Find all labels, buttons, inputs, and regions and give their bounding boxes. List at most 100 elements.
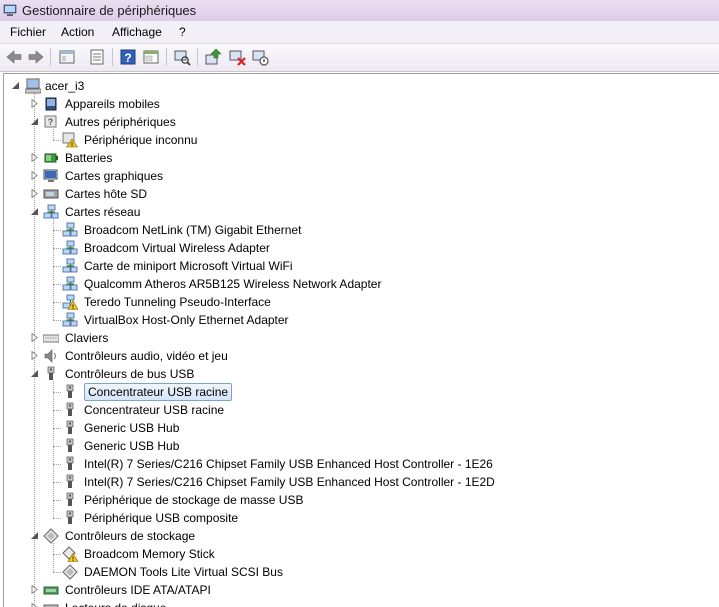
- network-icon: [62, 312, 78, 327]
- tree-label: Cartes graphiques: [65, 169, 164, 183]
- tree-category[interactable]: Contrôleurs IDE ATA/ATAPI: [4, 581, 719, 599]
- storage-icon: [43, 528, 59, 544]
- computer-icon: [25, 78, 41, 94]
- view-icon[interactable]: [142, 48, 160, 66]
- tree-label: Lecteurs de disque: [65, 601, 166, 607]
- tree-category[interactable]: Contrôleurs de bus USB: [4, 365, 719, 383]
- tree-device[interactable]: Carte de miniport Microsoft Virtual WiFi: [4, 257, 719, 275]
- storage-icon: [62, 564, 78, 580]
- collapsed-arrow-icon[interactable]: [30, 189, 39, 198]
- svg-text:?: ?: [48, 117, 54, 127]
- network-warning-icon: !: [62, 294, 78, 310]
- device-manager-icon: [3, 4, 17, 16]
- uninstall-icon[interactable]: [228, 48, 246, 66]
- tree-device[interactable]: ! Périphérique inconnu: [4, 131, 719, 149]
- expanded-arrow-icon[interactable]: [30, 207, 39, 216]
- tree-device[interactable]: ! Teredo Tunneling Pseudo-Interface: [4, 293, 719, 311]
- tree-device[interactable]: Broadcom NetLink (TM) Gigabit Ethernet: [4, 221, 719, 239]
- collapsed-arrow-icon[interactable]: [30, 99, 39, 108]
- collapsed-arrow-icon[interactable]: [30, 333, 39, 342]
- menu-affichage[interactable]: Affichage: [112, 25, 162, 39]
- tree-device[interactable]: Generic USB Hub: [4, 419, 719, 437]
- window-title: Gestionnaire de périphériques: [22, 3, 197, 18]
- tree-root[interactable]: acer_i3: [4, 77, 719, 95]
- tree-label: Contrôleurs de stockage: [65, 529, 196, 543]
- tree-label: Carte de miniport Microsoft Virtual WiFi: [84, 259, 293, 273]
- expanded-arrow-icon[interactable]: [11, 81, 20, 90]
- tree-device[interactable]: VirtualBox Host-Only Ethernet Adapter: [4, 311, 719, 329]
- tree-category[interactable]: Cartes réseau: [4, 203, 719, 221]
- storage-warning-icon: !: [62, 546, 78, 562]
- tree-category[interactable]: Contrôleurs audio, vidéo et jeu: [4, 347, 719, 365]
- menu-help[interactable]: ?: [179, 25, 186, 39]
- toolbar-separator: [112, 48, 113, 66]
- tree-device[interactable]: Périphérique USB composite: [4, 509, 719, 527]
- tree-device[interactable]: Broadcom Virtual Wireless Adapter: [4, 239, 719, 257]
- collapsed-arrow-icon[interactable]: [30, 603, 39, 607]
- network-icon: [62, 276, 78, 291]
- tree-label: Teredo Tunneling Pseudo-Interface: [84, 295, 271, 309]
- network-icon: [43, 204, 59, 219]
- properties-icon[interactable]: [88, 48, 106, 66]
- tree-label: Contrôleurs audio, vidéo et jeu: [65, 349, 228, 363]
- tree-category[interactable]: Cartes graphiques: [4, 167, 719, 185]
- keyboard-icon: [43, 334, 59, 343]
- toolbar-separator: [50, 48, 51, 66]
- forward-icon[interactable]: [27, 48, 45, 66]
- svg-text:!: !: [71, 142, 73, 148]
- tree-label: Appareils mobiles: [65, 97, 160, 111]
- display-icon: [43, 169, 58, 182]
- help-icon[interactable]: ?: [119, 48, 137, 66]
- tree-device[interactable]: Concentrateur USB racine: [4, 401, 719, 419]
- mobile-icon: [45, 97, 57, 111]
- toolbar-separator: [166, 48, 167, 66]
- tree-label: VirtualBox Host-Only Ethernet Adapter: [84, 313, 289, 327]
- tree-label: Generic USB Hub: [84, 439, 180, 453]
- tree-label: Intel(R) 7 Series/C216 Chipset Family US…: [84, 457, 493, 471]
- tree-label: Qualcomm Atheros AR5B125 Wireless Networ…: [84, 277, 382, 291]
- collapsed-arrow-icon[interactable]: [30, 171, 39, 180]
- tree-category[interactable]: Appareils mobiles: [4, 95, 719, 113]
- tree-category[interactable]: Batteries: [4, 149, 719, 167]
- root-label: acer_i3: [45, 79, 85, 93]
- tree-device[interactable]: Intel(R) 7 Series/C216 Chipset Family US…: [4, 473, 719, 491]
- tree-category[interactable]: Contrôleurs de stockage: [4, 527, 719, 545]
- disable-icon[interactable]: [251, 48, 269, 66]
- collapsed-arrow-icon[interactable]: [30, 153, 39, 162]
- tree-device[interactable]: Périphérique de stockage de masse USB: [4, 491, 719, 509]
- back-icon[interactable]: [5, 48, 23, 66]
- network-icon: [62, 258, 78, 273]
- warning-device-icon: !: [62, 132, 78, 148]
- tree-label: Cartes réseau: [65, 205, 141, 219]
- expanded-arrow-icon[interactable]: [30, 369, 39, 378]
- tree-device[interactable]: DAEMON Tools Lite Virtual SCSI Bus: [4, 563, 719, 581]
- computer-view-icon[interactable]: [58, 48, 76, 66]
- title-bar: Gestionnaire de périphériques: [0, 0, 719, 22]
- tree-label: Batteries: [65, 151, 113, 165]
- tree-category[interactable]: ? Autres périphériques: [4, 113, 719, 131]
- menu-bar: Fichier Action Affichage ?: [0, 21, 719, 44]
- tree-device[interactable]: Qualcomm Atheros AR5B125 Wireless Networ…: [4, 275, 719, 293]
- unknown-icon: ?: [44, 115, 57, 128]
- tree-device[interactable]: Generic USB Hub: [4, 437, 719, 455]
- tree-device[interactable]: Intel(R) 7 Series/C216 Chipset Family US…: [4, 455, 719, 473]
- update-driver-icon[interactable]: [204, 48, 222, 66]
- battery-icon: [44, 153, 58, 163]
- usb-icon: [66, 474, 74, 488]
- tree-device[interactable]: Concentrateur USB racine: [4, 383, 719, 401]
- expanded-arrow-icon[interactable]: [30, 531, 39, 540]
- menu-fichier[interactable]: Fichier: [10, 25, 46, 39]
- tree-category[interactable]: Claviers: [4, 329, 719, 347]
- tree-label: Generic USB Hub: [84, 421, 180, 435]
- collapsed-arrow-icon[interactable]: [30, 351, 39, 360]
- svg-text:!: !: [72, 557, 74, 562]
- tree-label: Périphérique inconnu: [84, 133, 198, 147]
- scan-hardware-icon[interactable]: [173, 48, 191, 66]
- device-tree[interactable]: acer_i3 Appareils mobiles ? Autres périphé…: [3, 73, 719, 607]
- menu-action[interactable]: Action: [61, 25, 94, 39]
- usb-icon: [66, 384, 74, 398]
- collapsed-arrow-icon[interactable]: [30, 585, 39, 594]
- expanded-arrow-icon[interactable]: [30, 117, 39, 126]
- tree-category[interactable]: Cartes hôte SD: [4, 185, 719, 203]
- tree-device[interactable]: ! Broadcom Memory Stick: [4, 545, 719, 563]
